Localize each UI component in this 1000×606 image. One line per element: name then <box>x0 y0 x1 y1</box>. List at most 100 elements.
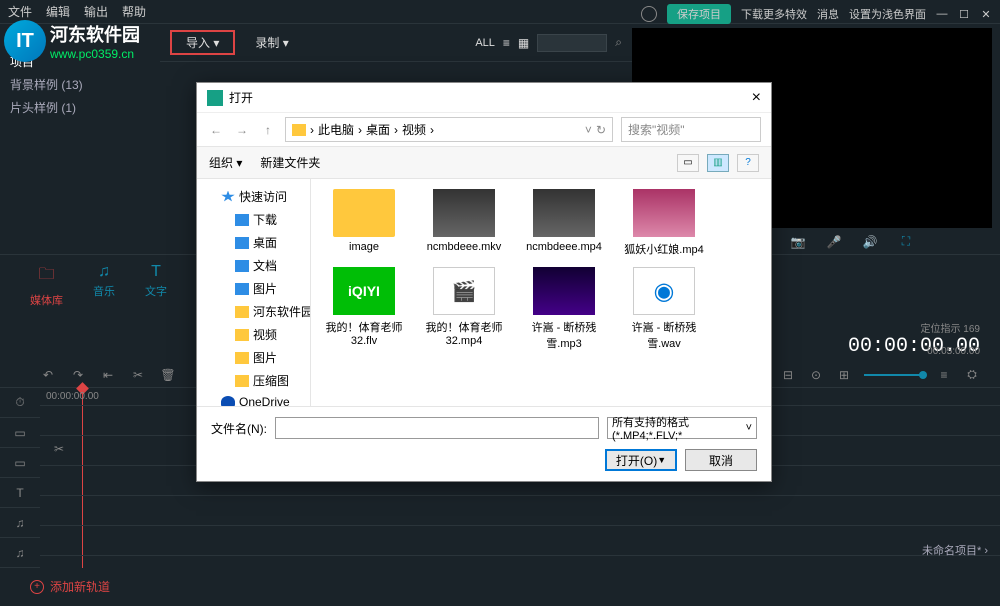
add-track-button[interactable]: + 添加新轨道 <box>0 568 1000 605</box>
close-window-button[interactable]: ✕ <box>980 8 992 20</box>
user-icon[interactable] <box>641 6 657 22</box>
filetype-select[interactable]: 所有支持的格式 (*.MP4;*.FLV;*˅ <box>607 417 757 439</box>
file-item[interactable]: 🎬我的！体育老师32.mp4 <box>421 267 507 351</box>
folder-icon <box>292 124 306 136</box>
menu-file[interactable]: 文件 <box>8 3 32 20</box>
media-search-input[interactable] <box>537 34 607 52</box>
open-button[interactable]: 打开(O) ▼ <box>605 449 677 471</box>
project-name-footer: 未命名项目* › <box>922 542 988 558</box>
track-audio-2[interactable] <box>40 526 1000 556</box>
fullscreen-icon[interactable]: ⛶ <box>896 234 916 249</box>
breadcrumb-refresh-icon[interactable]: ↻ <box>596 123 606 137</box>
menu-output[interactable]: 输出 <box>84 3 108 20</box>
undo-button[interactable]: ↶ <box>40 368 56 382</box>
file-list: imagencmbdeee.mkvncmbdeee.mp4狐妖小红娘.mp4 iQ… <box>311 179 771 406</box>
menu-edit[interactable]: 编辑 <box>46 3 70 20</box>
dialog-close-button[interactable]: × <box>752 89 761 107</box>
timeline-list-icon[interactable]: ≡ <box>936 368 952 382</box>
messages-link[interactable]: 消息 <box>817 6 839 22</box>
file-item[interactable]: ncmbdeee.mkv <box>421 189 507 257</box>
side-hd[interactable]: 河东软件园 <box>197 300 310 323</box>
music-icon: ♫ <box>98 263 110 281</box>
mic-icon[interactable]: 🎤 <box>824 235 844 249</box>
help-button[interactable]: ? <box>737 154 759 172</box>
file-item[interactable]: image <box>321 189 407 257</box>
file-item[interactable]: 许嵩 - 断桥残雪.mp3 <box>521 267 607 351</box>
file-item[interactable]: ◉许嵩 - 断桥残雪.wav <box>621 267 707 351</box>
track-head-video[interactable]: ▭ <box>0 418 40 448</box>
import-button[interactable]: 导入 ▾ <box>170 30 235 55</box>
zoom-slider[interactable] <box>864 374 924 376</box>
side-desktop[interactable]: 桌面 <box>197 231 310 254</box>
file-item[interactable]: 狐妖小红娘.mp4 <box>621 189 707 257</box>
cut-button[interactable]: ✂ <box>130 368 146 382</box>
nav-forward-button[interactable]: → <box>233 123 251 137</box>
filename-input[interactable] <box>275 417 599 439</box>
redo-button[interactable]: ↷ <box>70 368 86 382</box>
breadcrumb-dropdown-icon[interactable]: ˅ <box>585 123 592 137</box>
side-documents[interactable]: 文档 <box>197 254 310 277</box>
dialog-search-input[interactable]: 搜索"视频" <box>621 117 761 142</box>
dialog-sidebar: 快速访问 下载 桌面 文档 图片 河东软件园 视频 图片 压缩图 OneDriv… <box>197 179 311 406</box>
download-effects-link[interactable]: 下载更多特效 <box>741 6 807 22</box>
file-thumb <box>433 189 495 237</box>
zoom-in-button[interactable]: ⊞ <box>836 368 852 382</box>
side-zip[interactable]: 压缩图 <box>197 369 310 392</box>
tab-text-label: 文字 <box>145 283 167 299</box>
breadcrumb-desktop[interactable]: 桌面 <box>366 121 390 138</box>
breadcrumb-video[interactable]: 视频 <box>402 121 426 138</box>
sidebar-bg-samples[interactable]: 背景样例 (13) <box>10 73 150 96</box>
side-onedrive[interactable]: OneDrive <box>197 392 310 406</box>
side-pic2[interactable]: 图片 <box>197 346 310 369</box>
new-folder-button[interactable]: 新建文件夹 <box>260 154 320 171</box>
minimize-button[interactable]: — <box>936 8 948 20</box>
file-thumb <box>333 189 395 237</box>
view-large-button[interactable]: ▭ <box>677 154 699 172</box>
save-project-button[interactable]: 保存项目 <box>667 4 731 24</box>
site-name: 河东软件园 <box>50 21 140 47</box>
tab-media[interactable]: 🗀 媒体库 <box>30 263 63 308</box>
file-item[interactable]: iQIYI我的！体育老师32.flv <box>321 267 407 351</box>
breadcrumb[interactable]: › 此电脑 › 桌面 › 视频 › ˅ ↻ <box>285 117 613 142</box>
text-icon: T <box>151 263 161 281</box>
track-head-text[interactable]: T <box>0 478 40 508</box>
delete-button[interactable]: 🗑 <box>160 368 176 382</box>
site-logo-icon: IT <box>4 20 46 62</box>
tab-text[interactable]: T 文字 <box>145 263 167 308</box>
site-watermark: IT 河东软件园 www.pc0359.cn <box>4 20 140 62</box>
camera-icon[interactable]: 📷 <box>788 235 808 249</box>
side-video[interactable]: 视频 <box>197 323 310 346</box>
maximize-button[interactable]: ☐ <box>958 8 970 20</box>
zoom-fit-button[interactable]: ⊙ <box>808 368 824 382</box>
file-item[interactable]: ncmbdeee.mp4 <box>521 189 607 257</box>
track-head-ruler: ⏱ <box>0 388 40 418</box>
file-thumb: ◉ <box>633 267 695 315</box>
ruler-mark-5: 00:05:00.00 <box>927 346 980 357</box>
side-pictures[interactable]: 图片 <box>197 277 310 300</box>
side-downloads[interactable]: 下载 <box>197 208 310 231</box>
volume-icon[interactable]: 🔊 <box>860 235 880 249</box>
theme-toggle[interactable]: 设置为浅色界面 <box>849 6 926 22</box>
view-details-button[interactable]: ▥ <box>707 154 729 172</box>
track-audio-1[interactable] <box>40 496 1000 526</box>
search-icon[interactable]: ⌕ <box>615 35 622 50</box>
dialog-app-icon <box>207 90 223 106</box>
menu-help[interactable]: 帮助 <box>122 3 146 20</box>
list-view-icon[interactable]: ≡ <box>503 36 510 50</box>
nav-back-button[interactable]: ← <box>207 123 225 137</box>
nav-up-button[interactable]: ↑ <box>259 123 277 137</box>
timeline-settings-icon[interactable]: ⛭ <box>964 367 980 382</box>
breadcrumb-pc[interactable]: 此电脑 <box>318 121 354 138</box>
cancel-button[interactable]: 取消 <box>685 449 757 471</box>
tab-music[interactable]: ♫ 音乐 <box>93 263 115 308</box>
sidebar-title-samples[interactable]: 片头样例 (1) <box>10 96 150 119</box>
mark-in-button[interactable]: ⇤ <box>100 368 116 382</box>
track-head-audio[interactable]: ♫ <box>0 508 40 538</box>
grid-view-icon[interactable]: ▦ <box>518 36 529 50</box>
filter-all[interactable]: ALL <box>475 37 495 49</box>
track-head-video2[interactable]: ▭ <box>0 448 40 478</box>
side-quick-access[interactable]: 快速访问 <box>197 185 310 208</box>
record-button[interactable]: 录制 ▾ <box>255 34 288 51</box>
zoom-out-button[interactable]: ⊟ <box>780 368 796 382</box>
organize-button[interactable]: 组织 ▾ <box>209 154 242 171</box>
